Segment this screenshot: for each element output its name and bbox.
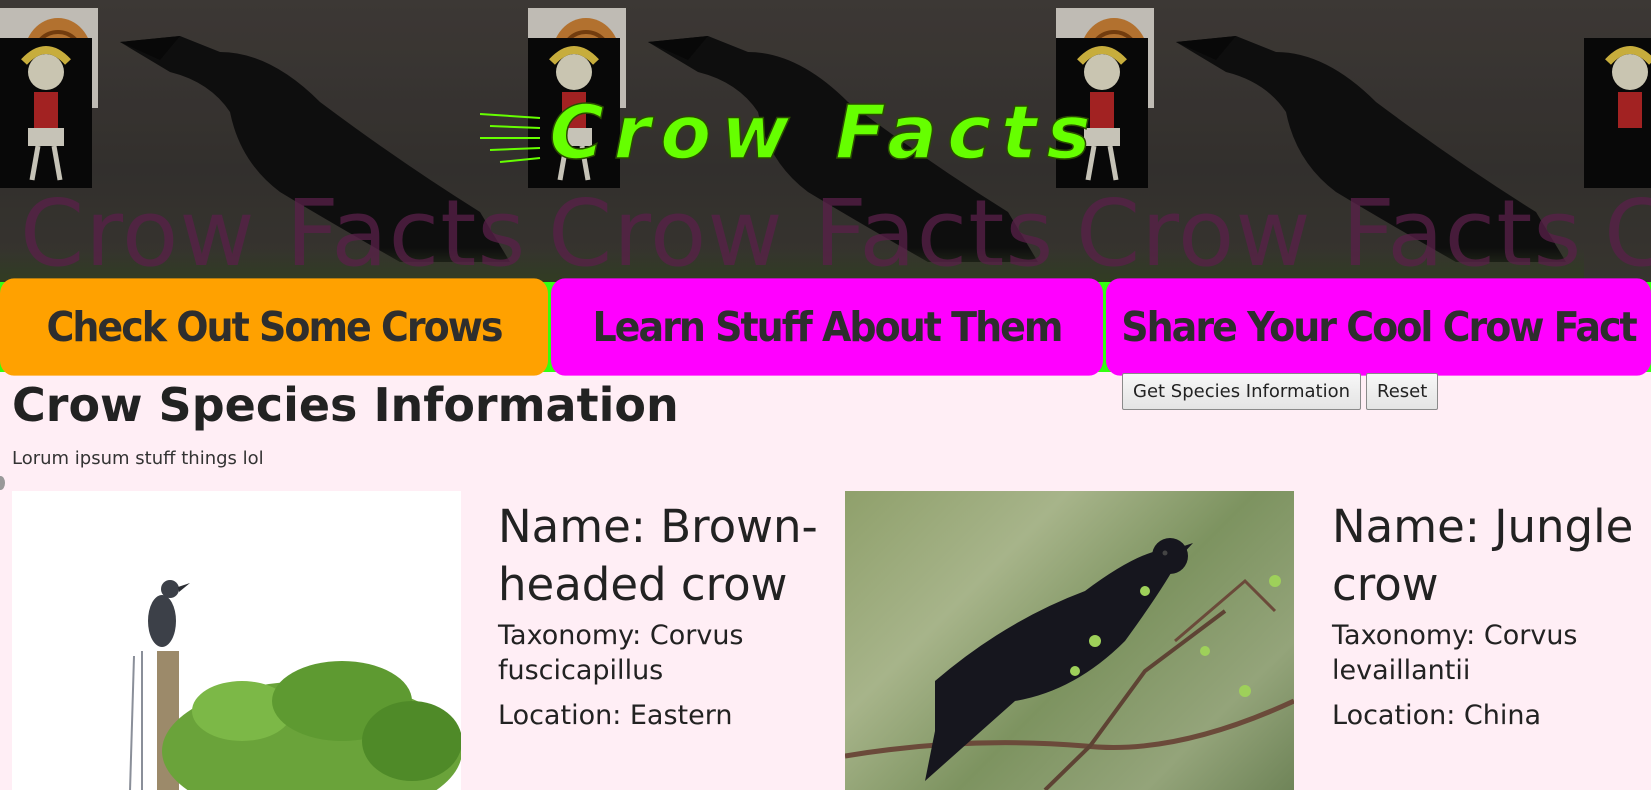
crow-on-branch-photo: [845, 538, 1294, 790]
nav-share-fact[interactable]: Share Your Cool Crow Fact: [1106, 278, 1651, 376]
species-taxonomy: Taxonomy: Corvus fuscicapillus: [498, 620, 744, 686]
page-title: Crow Species Information: [12, 378, 679, 432]
species-image-jungle-crow: [845, 491, 1294, 790]
action-buttons: Get Species Information Reset: [1122, 373, 1439, 410]
species-name: Name: Brown-headed crow: [498, 500, 818, 611]
species-name: Name: Jungle crow: [1332, 500, 1634, 611]
species-info-brown-headed-crow: Name: Brown-headed crow Taxonomy: Corvus…: [498, 498, 828, 743]
species-location: Location: Eastern: [498, 700, 733, 731]
nav-check-out-crows[interactable]: Check Out Some Crows: [0, 278, 548, 376]
reset-button[interactable]: Reset: [1366, 373, 1439, 410]
scroll-marker: [0, 476, 5, 490]
page-subtitle: Lorum ipsum stuff things lol: [12, 448, 264, 469]
speed-lines-graphic: Crow Facts: [479, 89, 1100, 177]
species-image-brown-headed-crow: [12, 491, 461, 790]
species-location: Location: China: [1332, 700, 1541, 731]
crow-on-post-photo: [129, 580, 461, 790]
site-logo-title[interactable]: Crow Facts: [479, 89, 1160, 177]
nav-learn-stuff[interactable]: Learn Stuff About Them: [551, 278, 1103, 376]
species-info-jungle-crow: Name: Jungle crow Taxonomy: Corvus levai…: [1332, 498, 1651, 743]
main-nav: Check Out Some Crows Learn Stuff About T…: [0, 278, 1651, 376]
get-species-info-button[interactable]: Get Species Information: [1122, 373, 1361, 410]
site-title-text: Crow Facts: [549, 92, 1100, 172]
header-banner: Crow Facts Crow Facts Crow Facts C Crow …: [0, 0, 1651, 282]
species-taxonomy: Taxonomy: Corvus levaillantii: [1332, 620, 1578, 686]
